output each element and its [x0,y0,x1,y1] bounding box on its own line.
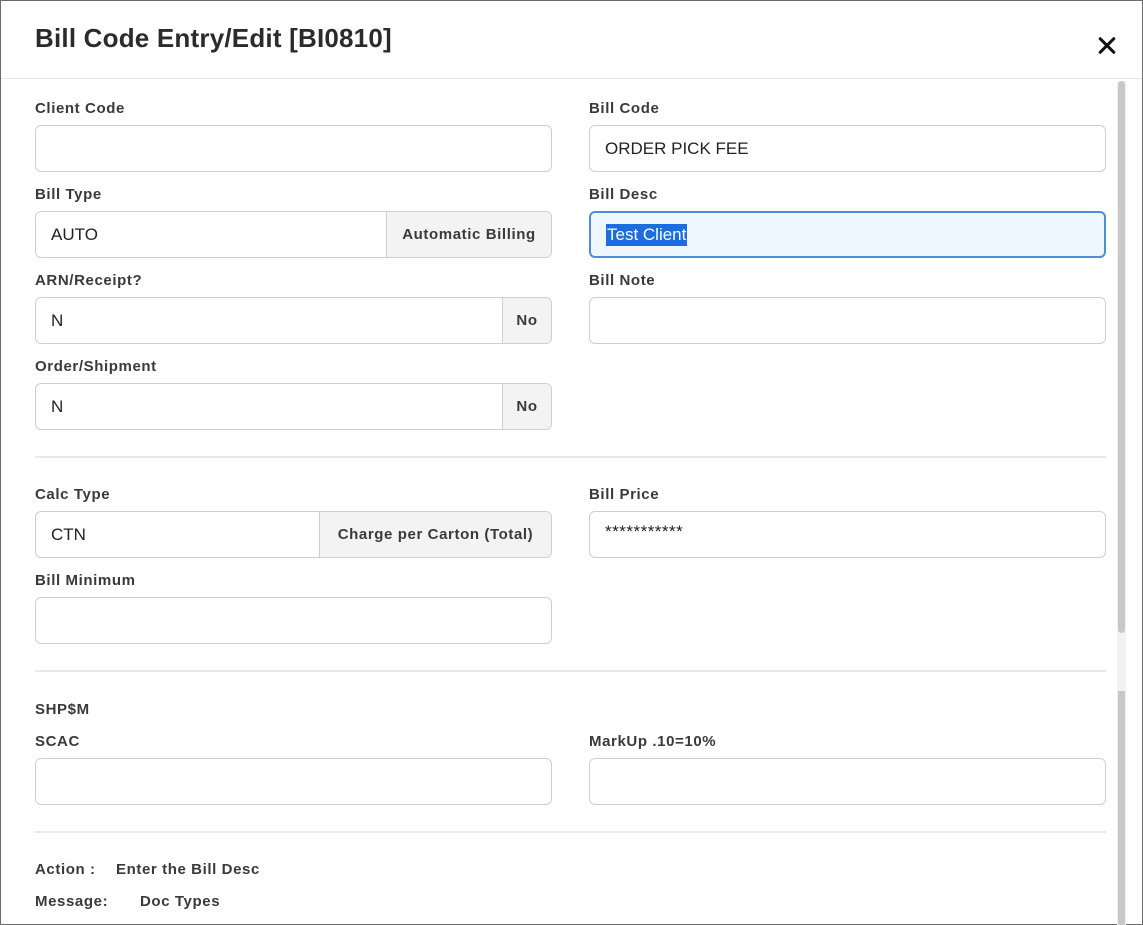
bill-desc-field[interactable]: Test Client [589,211,1106,258]
bill-desc-label: Bill Desc [589,186,658,203]
message-value: Doc Types [140,893,221,910]
bill-code-value[interactable]: ORDER PICK FEE [590,126,1105,171]
section-divider [35,670,1106,672]
client-code-field[interactable] [35,125,552,172]
action-value: Enter the Bill Desc [116,861,260,878]
bill-type-addon: Automatic Billing [386,212,551,257]
close-icon[interactable] [1095,34,1119,58]
markup-label: MarkUp .10=10% [589,733,717,750]
dialog-header: Bill Code Entry/Edit [BI0810] [1,1,1142,79]
scac-label: SCAC [35,733,80,750]
client-code-label: Client Code [35,100,125,117]
bill-minimum-label: Bill Minimum [35,572,136,589]
scac-value[interactable] [36,759,551,804]
bill-code-label: Bill Code [589,100,660,117]
bill-code-field[interactable]: ORDER PICK FEE [589,125,1106,172]
calc-type-field[interactable]: CTN Charge per Carton (Total) [35,511,552,558]
bill-price-label: Bill Price [589,486,660,503]
message-label: Message: [35,893,109,910]
arn-receipt-field[interactable]: N No [35,297,552,344]
arn-receipt-label: ARN/Receipt? [35,272,143,289]
order-shipment-addon: No [502,384,551,429]
markup-value[interactable] [590,759,1105,804]
bill-price-value[interactable]: *********** [590,512,1105,557]
dialog-title: Bill Code Entry/Edit [BI0810] [35,23,392,53]
section-divider [35,456,1106,458]
bill-note-value[interactable] [590,298,1105,343]
bill-minimum-field[interactable] [35,597,552,644]
bill-type-field[interactable]: AUTO Automatic Billing [35,211,552,258]
section-divider [35,831,1106,833]
arn-receipt-addon: No [502,298,551,343]
scrollbar-thumb-lower [1118,691,1125,925]
order-shipment-label: Order/Shipment [35,358,157,375]
calc-type-value[interactable]: CTN [36,512,319,557]
arn-receipt-value[interactable]: N [36,298,502,343]
client-code-value[interactable] [36,126,551,171]
markup-field[interactable] [589,758,1106,805]
scac-field[interactable] [35,758,552,805]
calc-type-label: Calc Type [35,486,111,503]
bill-minimum-value[interactable] [36,598,551,643]
bill-desc-input[interactable]: Test Client [591,213,1104,256]
order-shipment-field[interactable]: N No [35,383,552,430]
bill-price-field[interactable]: *********** [589,511,1106,558]
bill-desc-selected-text: Test Client [606,223,688,246]
bill-type-label: Bill Type [35,186,102,203]
shp-section-heading: SHP$M [35,701,90,718]
order-shipment-value[interactable]: N [36,384,502,429]
bill-note-field[interactable] [589,297,1106,344]
scrollbar-thumb[interactable] [1118,81,1125,633]
bill-note-label: Bill Note [589,272,656,289]
calc-type-addon: Charge per Carton (Total) [319,512,551,557]
bill-type-value[interactable]: AUTO [36,212,386,257]
dialog: Bill Code Entry/Edit [BI0810] Client Cod… [0,0,1143,925]
action-label: Action : [35,861,96,878]
